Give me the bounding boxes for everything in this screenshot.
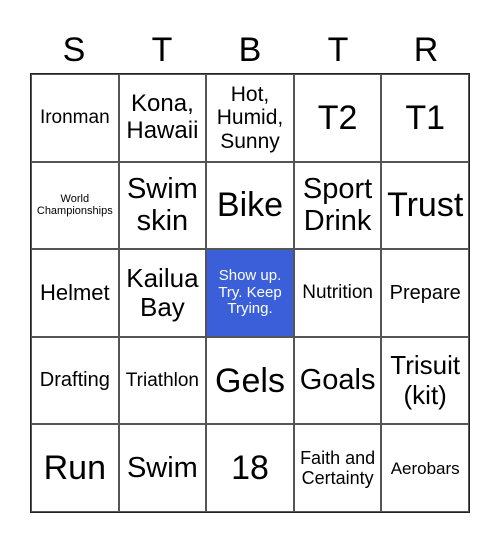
bingo-cell[interactable]: Helmet — [31, 249, 119, 337]
bingo-cell[interactable]: T1 — [381, 74, 469, 162]
header-letter: T — [151, 31, 173, 69]
cell-text: Show up. Try. Keep Trying. — [218, 266, 282, 318]
cell-text: Goals — [299, 364, 376, 397]
header-letter: T — [327, 31, 349, 69]
cell-text: Aerobars — [390, 458, 460, 478]
bingo-cell[interactable]: 18 — [206, 424, 294, 512]
bingo-cell[interactable]: Triathlon — [118, 336, 207, 425]
cell-text: T2 — [317, 98, 358, 137]
bingo-cell[interactable]: Run — [31, 424, 119, 512]
bingo-cell[interactable]: Hot, Humid, Sunny — [206, 74, 294, 162]
cell-text: Kailua Bay — [126, 262, 199, 322]
bingo-cell[interactable]: Swim — [118, 424, 207, 512]
cell-text: Faith and Certainty — [300, 448, 376, 489]
bingo-cell[interactable]: Bike — [206, 161, 294, 250]
cell-text: World Championships — [36, 193, 113, 218]
cell-text: Gels — [215, 361, 285, 400]
cell-text: Run — [43, 449, 106, 488]
header-letter: B — [238, 31, 262, 69]
bingo-cell[interactable]: Trisuit (kit) — [381, 336, 469, 425]
cell-text: Nutrition — [302, 282, 373, 304]
cell-text: Ironman — [39, 107, 110, 129]
cell-text: Trust — [387, 186, 464, 225]
cell-text: Helmet — [39, 279, 110, 305]
free-space-cell[interactable]: Show up. Try. Keep Trying. — [206, 249, 294, 337]
header-letter: S — [62, 31, 86, 69]
cell-text: Hot, Humid, Sunny — [216, 82, 284, 153]
bingo-cell[interactable]: Drafting — [31, 336, 119, 425]
bingo-cell[interactable]: Faith and Certainty — [293, 424, 382, 512]
bingo-cell[interactable]: Goals — [293, 336, 382, 425]
cell-text: Swim — [126, 451, 198, 484]
bingo-cell[interactable]: Trust — [381, 161, 469, 250]
header-letter: R — [413, 31, 439, 69]
cell-text: Prepare — [389, 281, 461, 304]
cell-text: Swim skin — [126, 172, 198, 238]
cell-text: Drafting — [39, 369, 110, 392]
bingo-cell[interactable]: Nutrition — [293, 249, 382, 337]
cell-text: Triathlon — [125, 369, 199, 391]
cell-text: 18 — [231, 449, 269, 488]
bingo-cell[interactable]: Kona, Hawaii — [118, 74, 207, 162]
bingo-cell[interactable]: Ironman — [31, 74, 119, 162]
bingo-cell[interactable]: Gels — [206, 336, 294, 425]
cell-text: T1 — [405, 98, 446, 137]
bingo-header: STBTR — [30, 30, 470, 70]
bingo-card: Ironman Kona, Hawaii Hot, Humid, Sunny T2 T1… — [30, 73, 470, 513]
bingo-cell[interactable]: T2 — [293, 74, 382, 162]
cell-text: Trisuit (kit) — [390, 350, 461, 410]
cell-text: Sport Drink — [302, 172, 373, 238]
bingo-cell[interactable]: Sport Drink — [293, 161, 382, 250]
bingo-cell[interactable]: Swim skin — [118, 161, 207, 250]
cell-text: Bike — [216, 186, 284, 225]
bingo-cell[interactable]: World Championships — [31, 161, 119, 250]
bingo-cell[interactable]: Kailua Bay — [118, 249, 207, 337]
cell-text: Kona, Hawaii — [126, 89, 199, 144]
bingo-cell[interactable]: Aerobars — [381, 424, 469, 512]
bingo-cell[interactable]: Prepare — [381, 249, 469, 337]
